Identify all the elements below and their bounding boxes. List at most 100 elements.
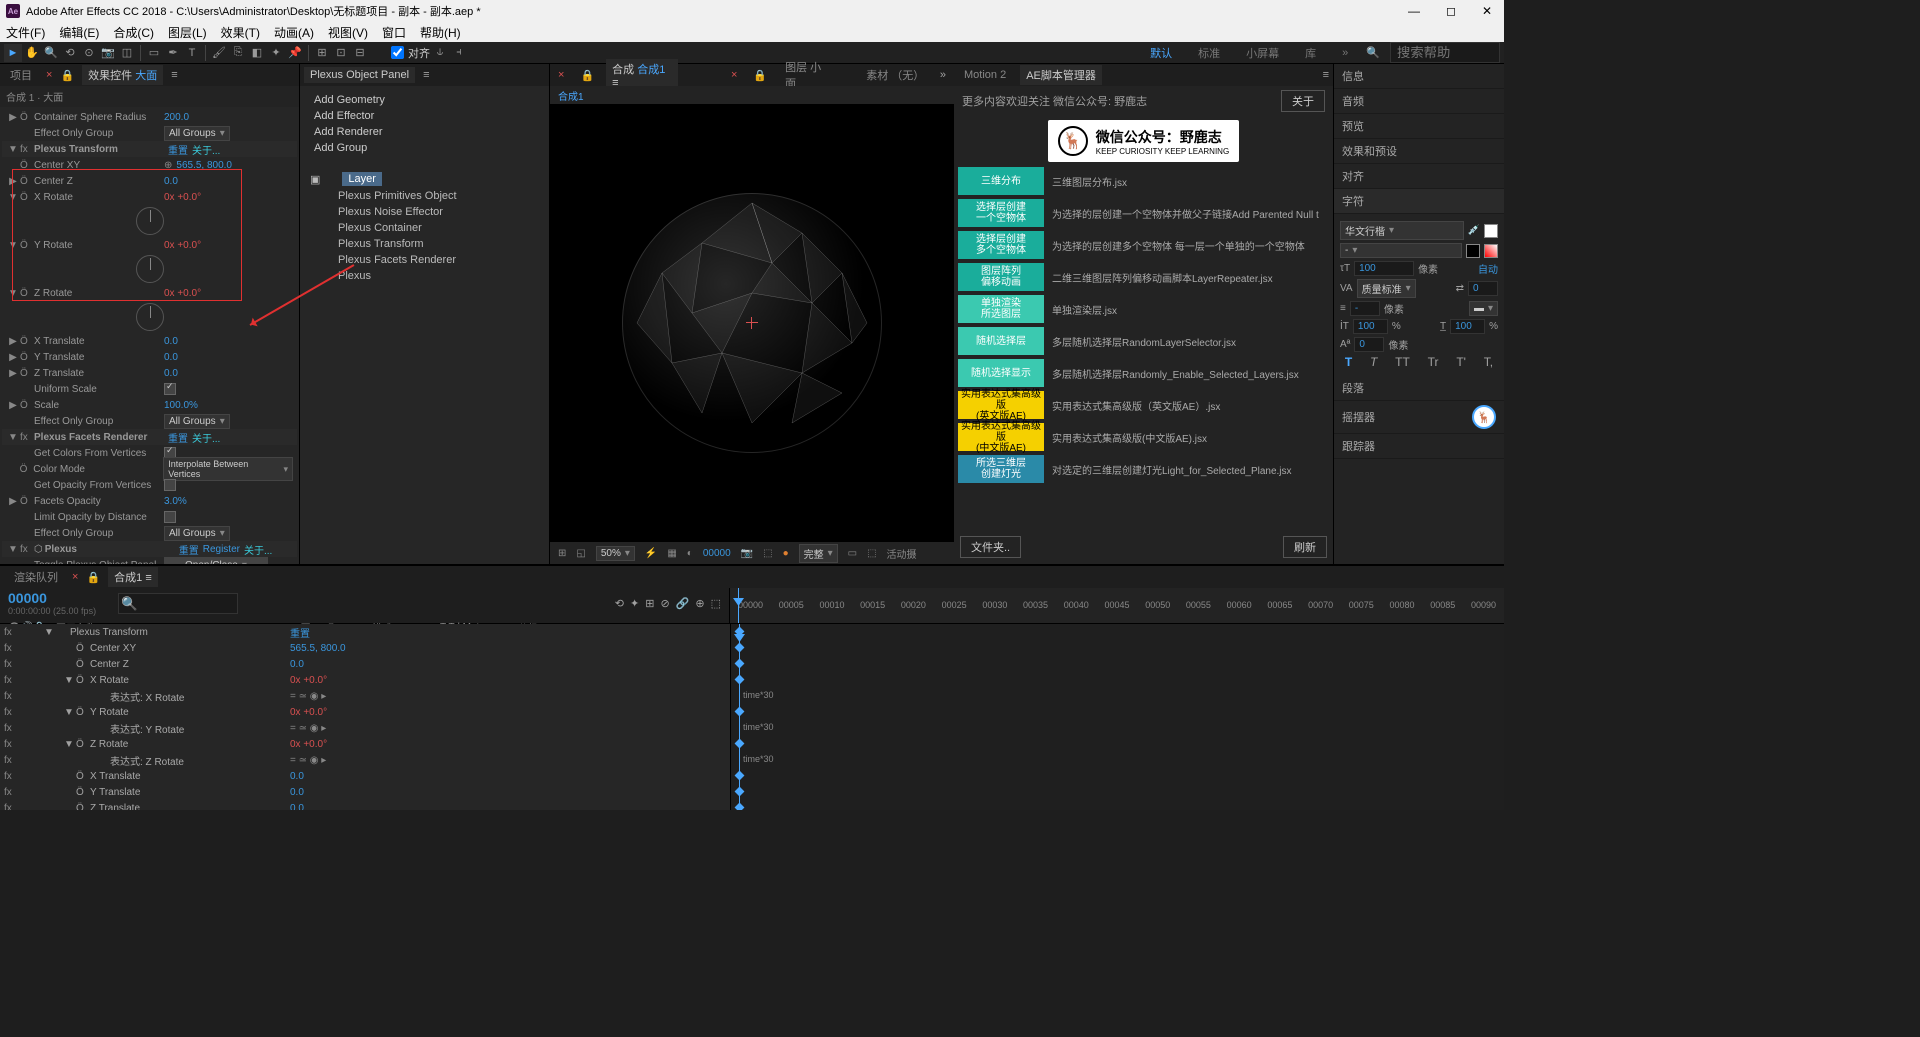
res-icon[interactable]: ◱ bbox=[576, 548, 585, 559]
add-geometry[interactable]: Add Geometry bbox=[310, 92, 539, 108]
script-button[interactable]: 随机选择显示 bbox=[958, 359, 1044, 387]
lock-icon[interactable]: 🔒 bbox=[86, 571, 100, 584]
stroke-color-swatch[interactable] bbox=[1466, 244, 1480, 258]
rotate-tool[interactable]: ⊙ bbox=[80, 44, 98, 62]
view-axis-icon[interactable]: ⊟ bbox=[351, 44, 369, 62]
fast-preview-icon[interactable]: ⚡ bbox=[645, 548, 657, 559]
tab-project[interactable]: 项目 bbox=[4, 65, 38, 85]
workspace-small[interactable]: 小屏幕 bbox=[1238, 43, 1287, 63]
script-button[interactable]: 所选三维层创建灯光 bbox=[958, 455, 1044, 483]
world-axis-icon[interactable]: ⊡ bbox=[332, 44, 350, 62]
tl-icon-6[interactable]: ⊕ bbox=[695, 597, 704, 610]
swap-color-icon[interactable] bbox=[1484, 244, 1498, 258]
timeline-track-row[interactable]: fx▼Plexus Transform重置 bbox=[0, 624, 730, 640]
tree-item[interactable]: Plexus Noise Effector bbox=[302, 204, 547, 220]
minimize-button[interactable]: — bbox=[1402, 2, 1426, 20]
lock-icon[interactable]: 🔒 bbox=[753, 69, 767, 82]
all-caps[interactable]: TT bbox=[1395, 355, 1410, 369]
val-z-rotate[interactable]: 0x +0.0° bbox=[164, 288, 201, 299]
pen-tool[interactable]: ✒ bbox=[164, 44, 182, 62]
timeline-track-row[interactable]: fx表达式: X Rotate= ≃ ◉ ▸ bbox=[0, 688, 730, 704]
hand-tool[interactable]: ✋ bbox=[23, 44, 41, 62]
keyframe-icon[interactable] bbox=[735, 707, 745, 717]
panel-preview[interactable]: 预览 bbox=[1334, 114, 1504, 139]
script-button[interactable]: 选择层创建一个空物体 bbox=[958, 199, 1044, 227]
button-open-close[interactable]: Open/Close bbox=[164, 557, 268, 565]
checkbox-get-opacity[interactable] bbox=[164, 479, 176, 491]
menu-file[interactable]: 文件(F) bbox=[6, 24, 45, 41]
timeline-track-row[interactable]: fxÖCenter XY565.5, 800.0 bbox=[0, 640, 730, 656]
transparency-icon[interactable]: ▦ bbox=[667, 548, 676, 559]
dial-z-rotate[interactable] bbox=[136, 303, 164, 331]
tracking-input[interactable]: 0 bbox=[1468, 281, 1498, 296]
close-icon[interactable]: × bbox=[72, 571, 78, 583]
refresh-button[interactable]: 刷新 bbox=[1283, 536, 1327, 558]
script-button[interactable]: 单独渲染所选图层 bbox=[958, 295, 1044, 323]
tab-effect-controls[interactable]: 效果控件 大面 bbox=[82, 65, 163, 85]
timeline-track-row[interactable]: fxÖX Translate0.0 bbox=[0, 768, 730, 784]
dropdown-color-mode[interactable]: Interpolate Between Vertices bbox=[163, 457, 293, 481]
tree-root[interactable]: ▣Layer bbox=[302, 170, 547, 188]
resolution-dropdown[interactable]: 完整 bbox=[799, 544, 838, 563]
val-x-translate[interactable]: 0.0 bbox=[164, 336, 178, 347]
pan-behind-tool[interactable]: ◫ bbox=[118, 44, 136, 62]
lock-icon[interactable]: 🔒 bbox=[60, 69, 74, 82]
text-tool[interactable]: T bbox=[183, 44, 201, 62]
folder-button[interactable]: 文件夹.. bbox=[960, 536, 1021, 558]
script-button[interactable]: 图层阵列偏移动画 bbox=[958, 263, 1044, 291]
close-icon[interactable]: × bbox=[46, 69, 52, 81]
menu-help[interactable]: 帮助(H) bbox=[420, 24, 461, 41]
add-effector[interactable]: Add Effector bbox=[310, 108, 539, 124]
clone-tool[interactable]: ⎘ bbox=[229, 44, 247, 62]
val-y-translate[interactable]: 0.0 bbox=[164, 352, 178, 363]
reset-link[interactable]: 重置 bbox=[168, 142, 188, 157]
tree-item[interactable]: Plexus Container bbox=[302, 220, 547, 236]
val-container-radius[interactable]: 200.0 bbox=[164, 112, 189, 123]
panel-align[interactable]: 对齐 bbox=[1334, 164, 1504, 189]
leading-auto[interactable]: 自动 bbox=[1478, 261, 1498, 276]
local-axis-icon[interactable]: ⊞ bbox=[313, 44, 331, 62]
color-icon[interactable]: ● bbox=[783, 548, 789, 559]
region-icon[interactable]: ⬚ bbox=[763, 548, 772, 559]
timeline-track-row[interactable]: fxÖZ Translate0.0 bbox=[0, 800, 730, 810]
tab-timeline-comp[interactable]: 合成1 ≡ bbox=[108, 567, 158, 587]
fill-color-swatch[interactable] bbox=[1484, 224, 1498, 238]
keyframe-icon[interactable] bbox=[735, 675, 745, 685]
dropdown-all-groups2[interactable]: All Groups bbox=[164, 414, 230, 429]
panel-menu-icon[interactable]: ≡ bbox=[171, 69, 177, 81]
timeline-track-row[interactable]: fxÖY Translate0.0 bbox=[0, 784, 730, 800]
stroke-style-dropdown[interactable]: ▬ bbox=[1469, 301, 1498, 316]
expression-text[interactable]: time*30 bbox=[743, 722, 774, 732]
keyframe-icon[interactable] bbox=[735, 803, 745, 810]
val-x-rotate[interactable]: 0x +0.0° bbox=[164, 192, 201, 203]
workspace-standard[interactable]: 标准 bbox=[1190, 43, 1228, 63]
expression-text[interactable]: time*30 bbox=[743, 690, 774, 700]
tree-layer-node[interactable]: Layer bbox=[342, 172, 382, 186]
panel-menu-icon[interactable]: ≡ bbox=[1323, 69, 1329, 81]
roto-tool[interactable]: ✦ bbox=[267, 44, 285, 62]
close-button[interactable]: ✕ bbox=[1476, 2, 1498, 20]
timeline-track-row[interactable]: fxÖCenter Z0.0 bbox=[0, 656, 730, 672]
close-icon[interactable]: × bbox=[558, 69, 564, 81]
grid-icon[interactable]: ⊞ bbox=[558, 548, 566, 559]
superscript[interactable]: T' bbox=[1456, 355, 1466, 369]
viewer-more-icon[interactable]: » bbox=[940, 69, 946, 81]
add-group[interactable]: Add Group bbox=[310, 140, 539, 156]
selection-tool[interactable]: ► bbox=[4, 44, 22, 62]
panel-character[interactable]: 字符 bbox=[1334, 189, 1504, 214]
search-help-input[interactable] bbox=[1390, 42, 1500, 63]
rect-tool[interactable]: ▭ bbox=[145, 44, 163, 62]
timeline-search-input[interactable] bbox=[118, 593, 238, 614]
about-button[interactable]: 关于 bbox=[1281, 90, 1325, 112]
composition-viewer[interactable] bbox=[550, 104, 954, 542]
tree-item[interactable]: Plexus bbox=[302, 268, 547, 284]
keyframe-icon[interactable] bbox=[735, 739, 745, 749]
menu-animation[interactable]: 动画(A) bbox=[274, 24, 314, 41]
tl-icon-7[interactable]: ⬚ bbox=[711, 597, 721, 610]
playhead[interactable] bbox=[738, 588, 739, 623]
tl-icon-4[interactable]: ⊘ bbox=[660, 597, 669, 610]
tab-motion2[interactable]: Motion 2 bbox=[958, 67, 1012, 83]
fx-plexus[interactable]: Plexus bbox=[45, 544, 175, 555]
current-timecode[interactable]: 00000 bbox=[8, 590, 102, 606]
faux-italic[interactable]: T bbox=[1370, 355, 1377, 369]
